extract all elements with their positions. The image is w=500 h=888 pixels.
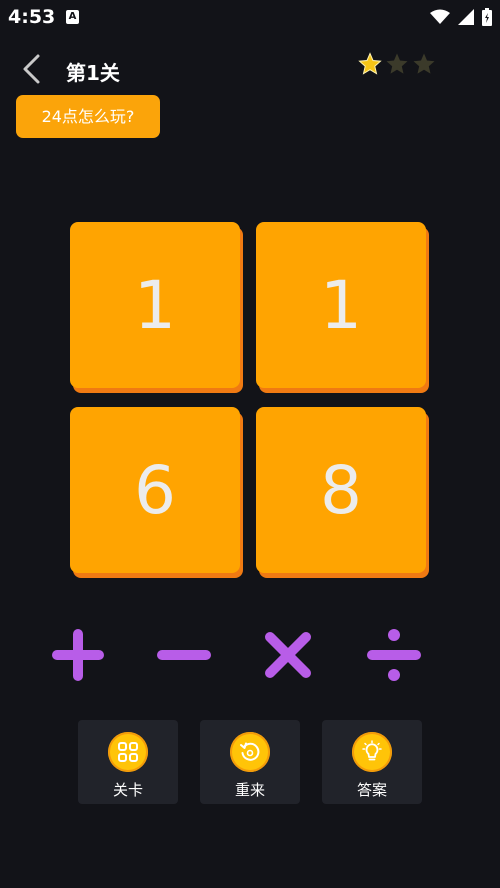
levels-label: 关卡 bbox=[112, 781, 143, 799]
signal-icon bbox=[458, 9, 474, 25]
number-card[interactable]: 8 bbox=[256, 407, 426, 573]
number-card[interactable]: 1 bbox=[256, 222, 426, 388]
star-empty-icon bbox=[386, 53, 408, 74]
restart-icon bbox=[230, 732, 270, 772]
status-time: 4:53 bbox=[8, 6, 56, 28]
minus-button[interactable] bbox=[154, 626, 212, 684]
wifi-icon bbox=[430, 9, 450, 24]
number-card[interactable]: 1 bbox=[70, 222, 240, 388]
levels-icon bbox=[108, 732, 148, 772]
level-stars bbox=[358, 52, 436, 76]
times-button[interactable] bbox=[259, 626, 317, 684]
plus-icon bbox=[52, 629, 104, 681]
plus-button[interactable] bbox=[49, 626, 107, 684]
answer-label: 答案 bbox=[356, 781, 387, 799]
status-bar: 4:53 A bbox=[0, 0, 500, 34]
restart-button[interactable]: 重来 bbox=[200, 720, 300, 804]
how-to-play-button[interactable]: 24点怎么玩? bbox=[16, 95, 160, 138]
restart-label: 重来 bbox=[234, 781, 265, 799]
notification-a-icon: A bbox=[66, 10, 79, 24]
number-card[interactable]: 6 bbox=[70, 407, 240, 573]
minus-icon bbox=[157, 650, 211, 660]
levels-button[interactable]: 关卡 bbox=[78, 720, 178, 804]
star-filled-icon bbox=[358, 52, 382, 75]
times-icon bbox=[265, 632, 311, 678]
status-icons bbox=[430, 6, 492, 28]
divide-button[interactable] bbox=[365, 626, 423, 684]
back-button[interactable] bbox=[18, 52, 48, 86]
battery-icon bbox=[482, 8, 492, 26]
page-title: 第1关 bbox=[66, 61, 120, 85]
divide-icon bbox=[367, 629, 421, 681]
chevron-left-icon bbox=[23, 54, 40, 84]
star-empty-icon bbox=[413, 53, 435, 74]
answer-button[interactable]: 答案 bbox=[322, 720, 422, 804]
hint-bulb-icon bbox=[352, 732, 392, 772]
